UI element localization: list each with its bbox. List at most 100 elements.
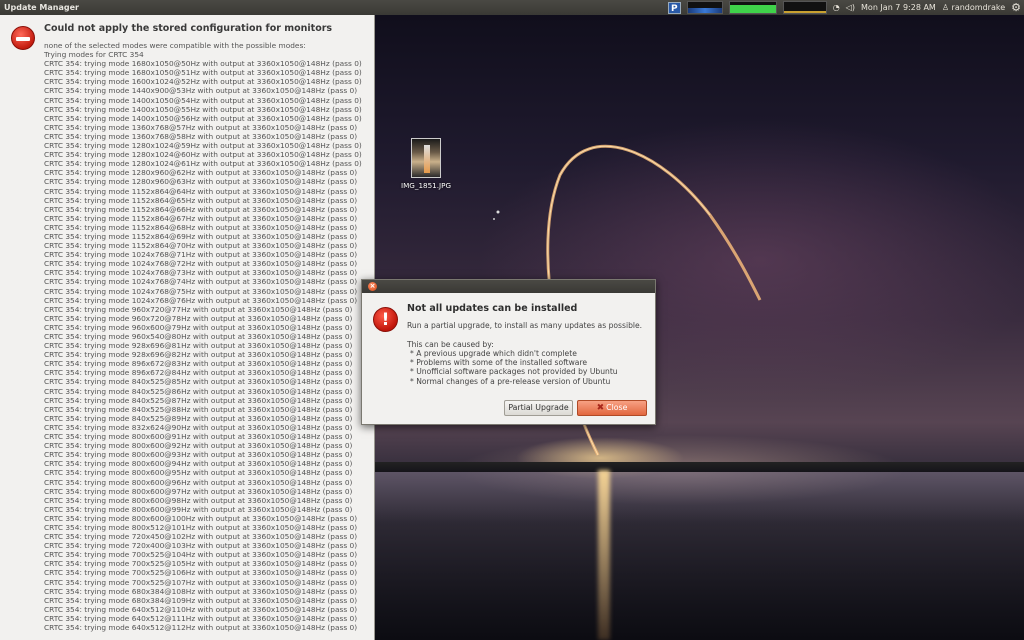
log-line: CRTC 354: trying mode 800x600@95Hz with … xyxy=(44,468,353,478)
log-line: CRTC 354: trying mode 800x600@98Hz with … xyxy=(44,495,353,505)
log-line: CRTC 354: trying mode 800x600@91Hz with … xyxy=(44,432,353,442)
log-line: CRTC 354: trying mode 960x720@77Hz with … xyxy=(44,304,353,314)
log-line: CRTC 354: trying mode 832x624@90Hz with … xyxy=(44,422,353,432)
log-line: CRTC 354: trying mode 700x525@107Hz with… xyxy=(44,577,358,587)
log-line: CRTC 354: trying mode 1152x864@69Hz with… xyxy=(44,231,358,241)
log-line: CRTC 354: trying mode 700x525@105Hz with… xyxy=(44,559,358,569)
wallpaper-reflection xyxy=(598,470,610,640)
log-line: CRTC 354: trying mode 800x600@93Hz with … xyxy=(44,450,353,460)
log-line: CRTC 354: trying mode 896x672@83Hz with … xyxy=(44,359,353,369)
active-app-title: Update Manager xyxy=(4,3,79,12)
desktop-file-label: IMG_1851.JPG xyxy=(400,181,452,190)
cause-item: * A previous upgrade which didn't comple… xyxy=(410,349,577,358)
log-line: CRTC 354: trying mode 640x512@111Hz with… xyxy=(44,613,358,623)
log-line: CRTC 354: trying mode 800x600@94Hz with … xyxy=(44,459,353,469)
user-icon: ♙ xyxy=(941,3,949,12)
log-line: CRTC 354: trying mode 1680x1050@50Hz wit… xyxy=(44,59,362,69)
dialog-cause-list: * A previous upgrade which didn't comple… xyxy=(410,349,618,386)
wallpaper-water xyxy=(375,472,1024,640)
desktop-file-icon[interactable]: IMG_1851.JPG xyxy=(398,138,454,190)
log-line: CRTC 354: trying mode 1152x864@64Hz with… xyxy=(44,186,358,196)
log-line: CRTC 354: trying mode 1360x768@58Hz with… xyxy=(44,131,358,141)
no-entry-icon xyxy=(11,26,35,50)
log-line: CRTC 354: trying mode 800x512@101Hz with… xyxy=(44,522,358,532)
monitor-config-error-heading: Could not apply the stored configuration… xyxy=(44,23,333,34)
monitor-config-error-details: none of the selected modes were compatib… xyxy=(44,41,362,632)
log-line: CRTC 354: trying mode 1024x768@71Hz with… xyxy=(44,250,358,260)
log-line: CRTC 354: trying mode 800x600@97Hz with … xyxy=(44,486,353,496)
image-thumbnail-icon xyxy=(411,138,441,178)
log-line: CRTC 354: trying mode 1280x1024@60Hz wit… xyxy=(44,150,362,160)
cause-item: * Unofficial software packages not provi… xyxy=(410,367,618,377)
wifi-icon[interactable]: ◔ xyxy=(833,3,840,12)
log-line: CRTC 354: trying mode 1680x1050@51Hz wit… xyxy=(44,68,362,78)
partial-upgrade-button[interactable]: Partial Upgrade xyxy=(504,400,573,416)
log-line: CRTC 354: trying mode 840x525@86Hz with … xyxy=(44,386,353,396)
close-x-icon: ✖ xyxy=(596,403,605,413)
close-icon[interactable]: × xyxy=(368,282,377,291)
dialog-title: Not all updates can be installed xyxy=(407,303,578,314)
dialog-subtitle: Run a partial upgrade, to install as man… xyxy=(407,321,643,330)
log-line: CRTC 354: trying mode 1600x1024@52Hz wit… xyxy=(44,77,362,87)
update-manager-window: Could not apply the stored configuration… xyxy=(0,15,375,640)
cause-item: * Problems with some of the installed so… xyxy=(410,358,588,368)
dialog-cause-intro: This can be caused by: xyxy=(407,340,494,349)
error-icon: ! xyxy=(373,307,398,332)
log-line: CRTC 354: trying mode 1024x768@73Hz with… xyxy=(44,268,358,278)
log-line: CRTC 354: trying mode 840x525@85Hz with … xyxy=(44,377,353,387)
log-line: CRTC 354: trying mode 720x400@103Hz with… xyxy=(44,541,358,551)
close-button-label: Close xyxy=(606,403,628,412)
log-line: CRTC 354: trying mode 1280x960@63Hz with… xyxy=(44,177,358,187)
log-line: CRTC 354: trying mode 960x540@80Hz with … xyxy=(44,332,353,341)
log-line: CRTC 354: trying mode 928x696@82Hz with … xyxy=(44,350,353,360)
log-line: CRTC 354: trying mode 896x672@84Hz with … xyxy=(44,368,353,378)
log-line: CRTC 354: trying mode 928x696@81Hz with … xyxy=(44,341,353,351)
log-line: CRTC 354: trying mode 800x600@100Hz with… xyxy=(44,513,358,523)
log-line: CRTC 354: trying mode 1024x768@74Hz with… xyxy=(44,277,358,287)
log-line: CRTC 354: trying mode 1152x864@70Hz with… xyxy=(44,241,358,251)
log-line: CRTC 354: trying mode 1024x768@75Hz with… xyxy=(44,286,358,296)
memory-graph-icon[interactable] xyxy=(728,1,777,14)
user-menu[interactable]: ♙ randomdrake xyxy=(942,3,1005,12)
log-line: CRTC 354: trying mode 960x720@78Hz with … xyxy=(44,313,353,323)
log-line: CRTC 354: trying mode 1400x1050@56Hz wit… xyxy=(44,113,362,123)
log-line: CRTC 354: trying mode 640x512@112Hz with… xyxy=(44,623,358,632)
close-button[interactable]: ✖ Close xyxy=(577,400,647,416)
log-line: CRTC 354: trying mode 700x525@104Hz with… xyxy=(44,550,358,560)
log-line: CRTC 354: trying mode 1024x768@72Hz with… xyxy=(44,259,358,269)
cpu-graph-icon[interactable] xyxy=(686,1,723,14)
log-line: none of the selected modes were compatib… xyxy=(44,41,306,50)
volume-icon[interactable]: ◁) xyxy=(846,3,855,12)
log-line: CRTC 354: trying mode 1152x864@66Hz with… xyxy=(44,204,358,214)
p-indicator-icon[interactable]: P xyxy=(667,1,681,14)
log-line: CRTC 354: trying mode 680x384@108Hz with… xyxy=(44,586,358,596)
log-line: CRTC 354: trying mode 1400x1050@54Hz wit… xyxy=(44,95,362,105)
log-line: CRTC 354: trying mode 1400x1050@55Hz wit… xyxy=(44,104,362,114)
log-line: CRTC 354: trying mode 1440x900@53Hz with… xyxy=(44,86,358,96)
dialog-titlebar[interactable]: × xyxy=(362,280,655,293)
updates-error-dialog: × ! Not all updates can be installed Run… xyxy=(361,279,656,425)
panel-indicators: P ◔ ◁) Mon Jan 7 9:28 AM ♙ randomdrake ⚙ xyxy=(667,0,1024,15)
log-line: CRTC 354: trying mode 840x525@88Hz with … xyxy=(44,404,353,414)
log-line: CRTC 354: trying mode 1152x864@67Hz with… xyxy=(44,213,358,223)
log-line: CRTC 354: trying mode 1152x864@65Hz with… xyxy=(44,195,358,205)
log-line: CRTC 354: trying mode 1024x768@76Hz with… xyxy=(44,295,358,305)
top-panel: Update Manager P ◔ ◁) Mon Jan 7 9:28 AM … xyxy=(0,0,1024,15)
log-line: CRTC 354: trying mode 1280x960@62Hz with… xyxy=(44,168,358,178)
log-line: CRTC 354: trying mode 800x600@96Hz with … xyxy=(44,477,353,487)
log-line: CRTC 354: trying mode 960x600@79Hz with … xyxy=(44,322,353,332)
log-line: CRTC 354: trying mode 680x384@109Hz with… xyxy=(44,595,358,605)
log-line: CRTC 354: trying mode 700x525@106Hz with… xyxy=(44,568,358,578)
log-line: CRTC 354: trying mode 840x525@89Hz with … xyxy=(44,413,353,423)
gear-icon[interactable]: ⚙ xyxy=(1011,1,1021,14)
log-line: CRTC 354: trying mode 1360x768@57Hz with… xyxy=(44,122,358,132)
log-line: CRTC 354: trying mode 720x450@102Hz with… xyxy=(44,532,358,542)
panel-clock[interactable]: Mon Jan 7 9:28 AM xyxy=(861,3,936,12)
log-line: CRTC 354: trying mode 1280x1024@61Hz wit… xyxy=(44,159,362,169)
cause-item: * Normal changes of a pre-release versio… xyxy=(410,376,611,386)
log-line: CRTC 354: trying mode 1280x1024@59Hz wit… xyxy=(44,141,362,151)
network-graph-icon[interactable] xyxy=(782,1,827,14)
log-line: CRTC 354: trying mode 840x525@87Hz with … xyxy=(44,395,353,405)
log-line: CRTC 354: trying mode 800x600@92Hz with … xyxy=(44,441,353,451)
log-line: CRTC 354: trying mode 1152x864@68Hz with… xyxy=(44,222,358,232)
